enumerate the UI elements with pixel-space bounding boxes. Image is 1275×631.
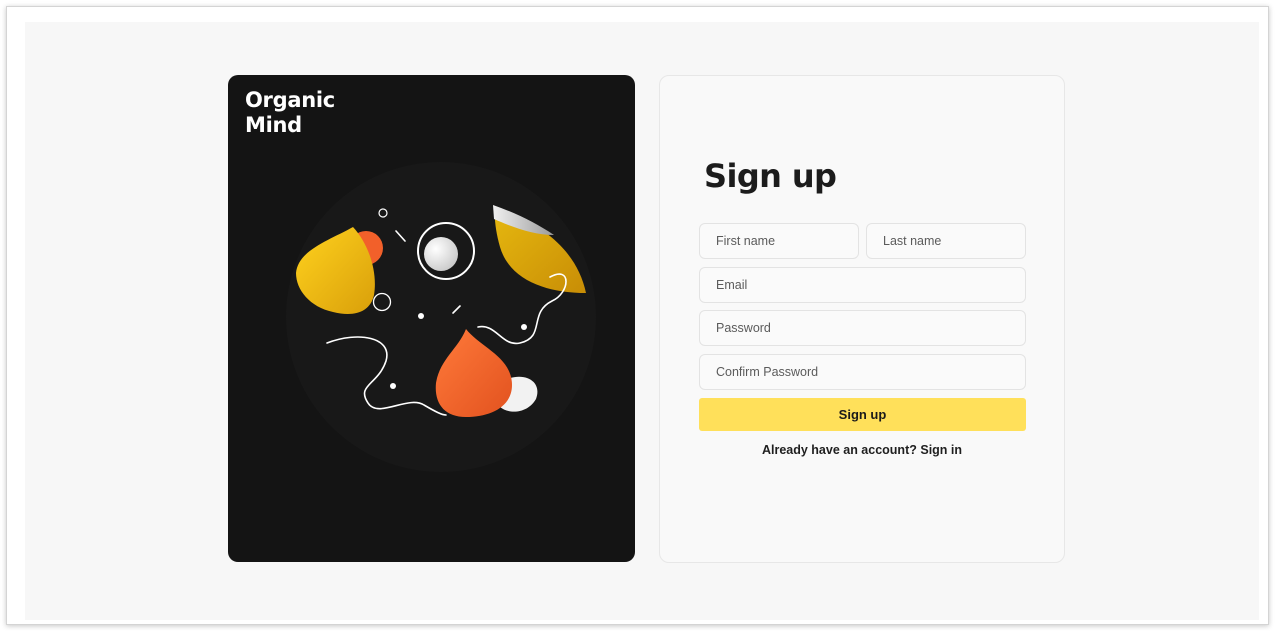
confirm-password-input[interactable]: [699, 354, 1026, 390]
white-dot-2: [521, 324, 527, 330]
signin-link[interactable]: Sign in: [920, 443, 962, 457]
page-title: Sign up: [704, 157, 837, 195]
password-input[interactable]: [699, 310, 1026, 346]
browser-frame: Organic Mind Sign up First name Last nam…: [6, 6, 1269, 625]
page-background: [25, 22, 1259, 620]
white-sphere: [424, 237, 458, 271]
signup-button[interactable]: Sign up: [699, 398, 1026, 431]
signup-card: Sign up Sign up Already have an account?…: [659, 75, 1065, 563]
white-dot-1: [418, 313, 424, 319]
email-input[interactable]: [699, 267, 1026, 303]
white-dot-3: [390, 383, 396, 389]
signin-prompt-row: Already have an account? Sign in: [660, 442, 1064, 458]
abstract-shapes-illustration: [286, 162, 596, 472]
first-name-input[interactable]: [699, 223, 859, 259]
last-name-input[interactable]: [866, 223, 1026, 259]
illustration-panel: Organic Mind: [228, 75, 635, 562]
backdrop-circle: [286, 162, 596, 472]
signin-prompt-text: Already have an account?: [761, 443, 917, 457]
